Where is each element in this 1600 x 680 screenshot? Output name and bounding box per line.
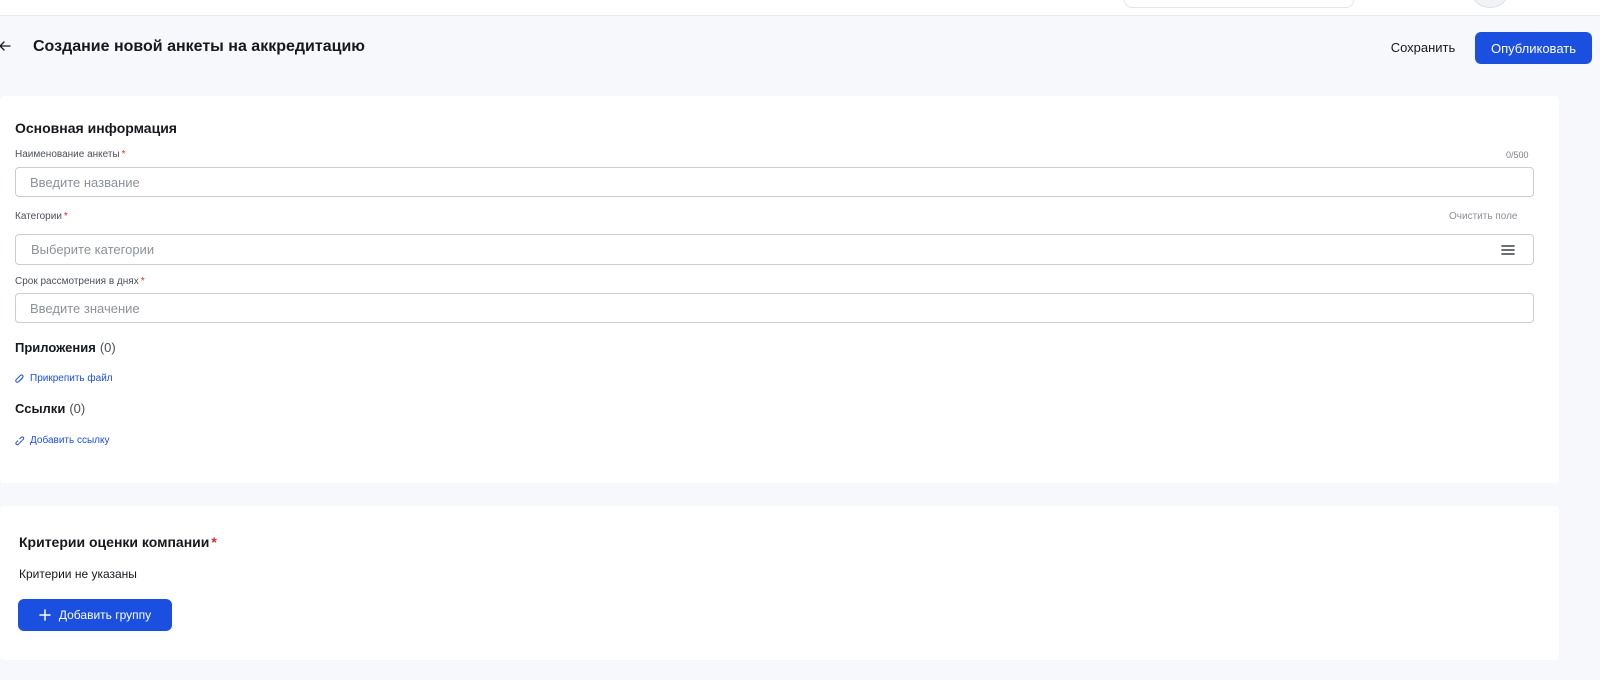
search-field[interactable] — [1124, 0, 1354, 8]
add-group-button[interactable]: Добавить группу — [18, 599, 172, 631]
add-group-label: Добавить группу — [58, 608, 152, 622]
page-title: Создание новой анкеты на аккредитацию — [33, 38, 365, 55]
attachments-title-text: Приложения — [15, 340, 96, 355]
required-marker: * — [211, 534, 217, 550]
required-marker: * — [121, 149, 126, 160]
clear-categories-link[interactable]: Очистить поле — [1449, 211, 1517, 222]
save-button[interactable]: Сохранить — [1376, 30, 1470, 64]
link-icon — [15, 435, 25, 445]
categories-select[interactable]: Выберите категории — [15, 234, 1534, 265]
criteria-card: Критерии оценки компании * Критерии не ук… — [0, 506, 1559, 660]
arrow-left-icon — [0, 41, 11, 51]
categories-field-label: Категории * — [15, 211, 68, 222]
criteria-empty-text: Критерии не указаны — [19, 567, 137, 581]
avatar[interactable] — [1472, 0, 1508, 8]
add-link-label: Добавить ссылку — [30, 435, 110, 446]
criteria-title-text: Критерии оценки компании — [19, 534, 210, 550]
add-link-link[interactable]: Добавить ссылку — [15, 435, 109, 446]
categories-placeholder: Выберите категории — [31, 242, 155, 257]
term-field-label: Срок рассмотрения в днях * — [15, 276, 145, 287]
required-marker: * — [140, 276, 145, 287]
name-input[interactable] — [15, 167, 1534, 197]
plus-icon — [39, 609, 51, 621]
publish-button[interactable]: Опубликовать — [1475, 32, 1592, 64]
name-char-counter: 0/500 — [1506, 150, 1529, 160]
criteria-title: Критерии оценки компании * — [19, 534, 217, 550]
term-input[interactable] — [15, 293, 1534, 323]
required-marker: * — [63, 211, 68, 222]
links-title-text: Ссылки — [15, 401, 66, 416]
attach-file-link[interactable]: Прикрепить файл — [15, 373, 113, 384]
attachments-count: (0) — [99, 340, 116, 355]
attachments-title: Приложения (0) — [15, 340, 116, 355]
attach-file-label: Прикрепить файл — [30, 373, 113, 384]
links-title: Ссылки (0) — [15, 401, 85, 416]
top-bar — [0, 0, 1600, 16]
paperclip-icon — [15, 373, 24, 383]
name-field-label-text: Наименование анкеты — [15, 149, 120, 160]
main-info-card: Основная информация Наименование анкеты *… — [0, 96, 1559, 483]
back-button[interactable] — [0, 36, 14, 56]
menu-icon[interactable] — [1501, 244, 1515, 256]
term-field-label-text: Срок рассмотрения в днях — [15, 276, 139, 287]
links-count: (0) — [69, 401, 86, 416]
categories-field-label-text: Категории — [15, 211, 62, 222]
main-info-title: Основная информация — [15, 120, 177, 136]
name-field-label: Наименование анкеты * — [15, 149, 126, 160]
